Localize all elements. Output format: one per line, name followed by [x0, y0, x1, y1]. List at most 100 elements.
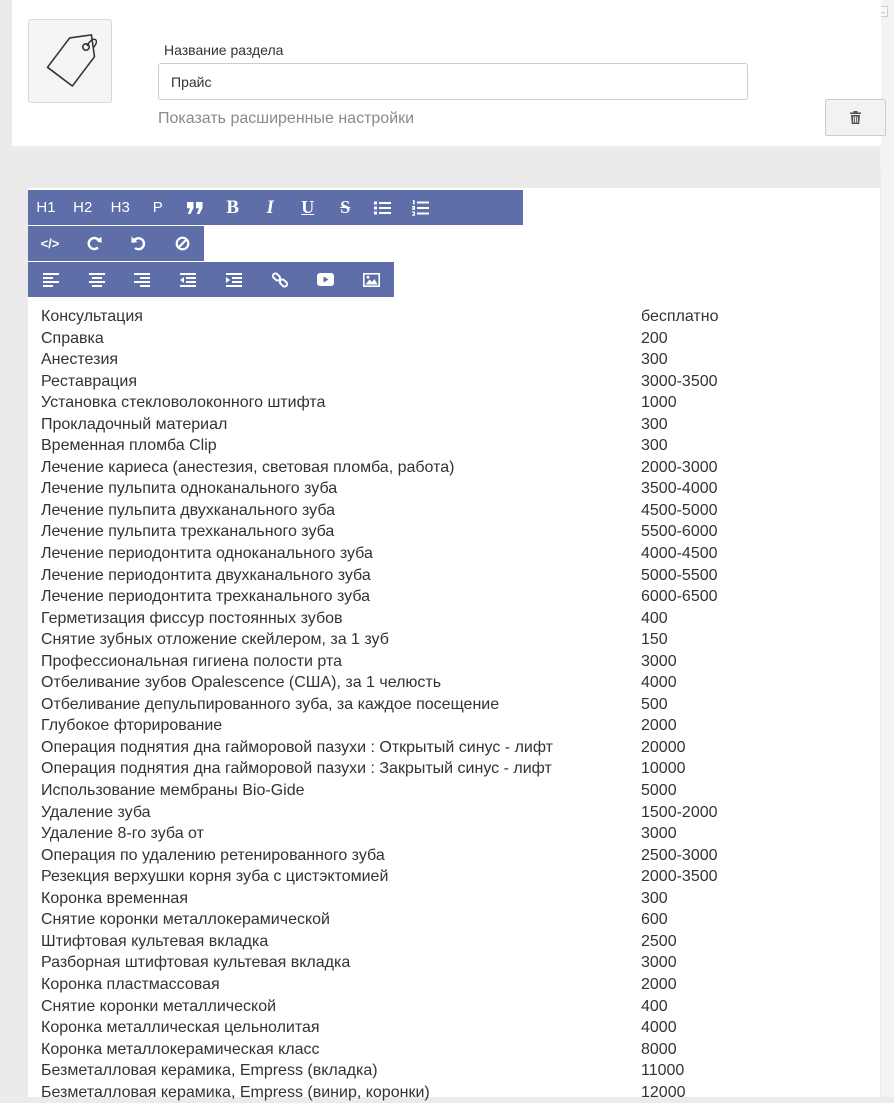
section-name-input[interactable]	[158, 63, 748, 100]
price-item-name: Справка	[41, 329, 104, 347]
outer-scroll-area	[880, 0, 894, 1097]
price-row: Справка 200	[41, 328, 871, 350]
numbered-list-button[interactable]	[402, 190, 440, 225]
undo-icon	[131, 236, 145, 251]
price-row: Профессиональная гигиена полости рта 3000	[41, 651, 871, 673]
clear-format-icon	[175, 236, 189, 251]
price-item-name: Штифтовая культевая вкладка	[41, 932, 269, 950]
heading1-button[interactable]: H1	[28, 190, 64, 225]
price-item-name: Анестезия	[41, 351, 119, 369]
price-item-name: Разборная штифтовая культевая вкладка	[41, 954, 351, 972]
tag-icon	[46, 34, 97, 87]
price-row: Отбеливание зубов Opalescence (США), за …	[41, 672, 871, 694]
price-item-name: Коронка пластмассовая	[41, 975, 220, 993]
paragraph-button[interactable]: P	[139, 190, 177, 225]
price-row: Снятие коронки металлической 400	[41, 996, 871, 1018]
price-item-name: Коронка временная	[41, 889, 188, 907]
price-item-value: 400	[641, 997, 668, 1015]
link-icon	[271, 271, 288, 288]
bulleted-list-button[interactable]	[364, 190, 402, 225]
price-item-value: 4000	[641, 1019, 677, 1037]
price-item-value: 3000	[641, 652, 677, 670]
video-icon	[316, 273, 334, 286]
price-item-name: Резекция верхушки корня зуба с цистэктом…	[41, 868, 389, 886]
price-item-name: Реставрация	[41, 372, 137, 390]
quote-icon	[187, 201, 203, 214]
undo-button[interactable]	[116, 226, 160, 261]
price-item-value: 4500-5000	[641, 501, 718, 519]
trash-icon	[850, 111, 861, 124]
code-view-button[interactable]: </>	[28, 226, 72, 261]
price-item-name: Снятие коронки металлокерамической	[41, 911, 330, 929]
price-item-value: 300	[641, 415, 668, 433]
price-item-name: Установка стекловолоконного штифта	[41, 394, 326, 412]
price-item-name: Лечение пульпита трехканального зуба	[41, 523, 335, 541]
price-item-name: Лечение пульпита одноканального зуба	[41, 480, 338, 498]
price-item-value: 3000	[641, 825, 677, 843]
outdent-button[interactable]	[165, 262, 211, 297]
align-right-button[interactable]	[120, 262, 166, 297]
price-row: Герметизация фиссур постоянных зубов 400	[41, 608, 871, 630]
price-row: Коронка временная 300	[41, 888, 871, 910]
price-item-name: Операция поднятия дна гайморовой пазухи …	[41, 760, 552, 778]
clear-format-button[interactable]	[160, 226, 204, 261]
quote-button[interactable]	[177, 190, 215, 225]
italic-button[interactable]: I	[252, 190, 290, 225]
price-row: Прокладочный материал 300	[41, 414, 871, 436]
heading2-button[interactable]: H2	[64, 190, 102, 225]
price-row: Безметалловая керамика, Empress (вкладка…	[41, 1060, 871, 1082]
price-item-value: 5000-5500	[641, 566, 718, 584]
price-item-name: Использование мембраны Bio-Gide	[41, 782, 305, 800]
price-row: Использование мембраны Bio-Gide 5000	[41, 780, 871, 802]
bold-icon: B	[226, 196, 240, 218]
outdent-icon	[180, 272, 197, 287]
price-row: Лечение пульпита двухканального зуба 4500…	[41, 500, 871, 522]
price-row: Отбеливание депульпированного зуба, за к…	[41, 694, 871, 716]
align-left-icon	[42, 272, 59, 287]
price-item-value: бесплатно	[641, 308, 719, 325]
image-button[interactable]	[348, 262, 394, 297]
price-item-name: Консультация	[41, 308, 143, 325]
redo-button[interactable]	[72, 226, 116, 261]
price-row: Штифтовая культевая вкладка 2500	[41, 931, 871, 953]
align-center-button[interactable]	[74, 262, 120, 297]
price-item-value: 2500	[641, 932, 677, 950]
price-item-value: 11000	[641, 1062, 685, 1080]
price-item-value: 4000-4500	[641, 545, 718, 563]
price-item-name: Лечение периодонтита двухканального зуба	[41, 566, 371, 584]
price-item-name: Снятие зубных отложение скейлером, за 1 …	[41, 631, 389, 649]
price-item-value: 10000	[641, 760, 686, 778]
price-item-name: Снятие коронки металлической	[41, 997, 277, 1015]
price-row: Операция поднятия дна гайморовой пазухи …	[41, 758, 871, 780]
price-item-name: Операция поднятия дна гайморовой пазухи …	[41, 738, 553, 756]
price-item-value: 20000	[641, 738, 686, 756]
show-advanced-settings-link[interactable]: Показать расширенные настройки	[158, 110, 414, 128]
price-item-name: Лечение пульпита двухканального зуба	[41, 501, 336, 519]
price-row: Временная пломба Clip 300	[41, 435, 871, 457]
link-button[interactable]	[257, 262, 303, 297]
video-button[interactable]	[303, 262, 349, 297]
indent-icon	[225, 272, 242, 287]
price-item-value: 300	[641, 437, 668, 455]
price-item-value: 2000	[641, 717, 677, 735]
underline-button[interactable]: U	[289, 190, 327, 225]
indent-button[interactable]	[211, 262, 257, 297]
italic-icon: I	[266, 196, 274, 218]
price-item-name: Отбеливание зубов Opalescence (США), за …	[41, 674, 442, 692]
price-row: Установка стекловолоконного штифта 1000	[41, 392, 871, 414]
price-item-name: Глубокое фторирование	[41, 717, 223, 735]
delete-section-button[interactable]	[825, 99, 886, 136]
bulleted-list-icon	[374, 201, 392, 214]
strikethrough-button[interactable]: S	[327, 190, 365, 225]
section-icon-box	[28, 19, 112, 103]
price-row: Анестезия 300	[41, 349, 871, 371]
bold-button[interactable]: B	[214, 190, 252, 225]
heading3-button[interactable]: H3	[102, 190, 140, 225]
price-list-content[interactable]: Консультация бесплатно Справка 200 Анестезия…	[41, 306, 871, 1103]
price-item-name: Коронка металлическая цельнолитая	[41, 1019, 320, 1037]
price-row: Лечение периодонтита трехканального зуба…	[41, 586, 871, 608]
price-item-name: Коронка металлокерамическая класс	[41, 1040, 320, 1058]
align-left-button[interactable]	[28, 262, 74, 297]
price-item-value: 2000-3000	[641, 458, 718, 476]
toolbar-row-formatting: H1 H2 H3 P B I U S	[28, 190, 523, 225]
